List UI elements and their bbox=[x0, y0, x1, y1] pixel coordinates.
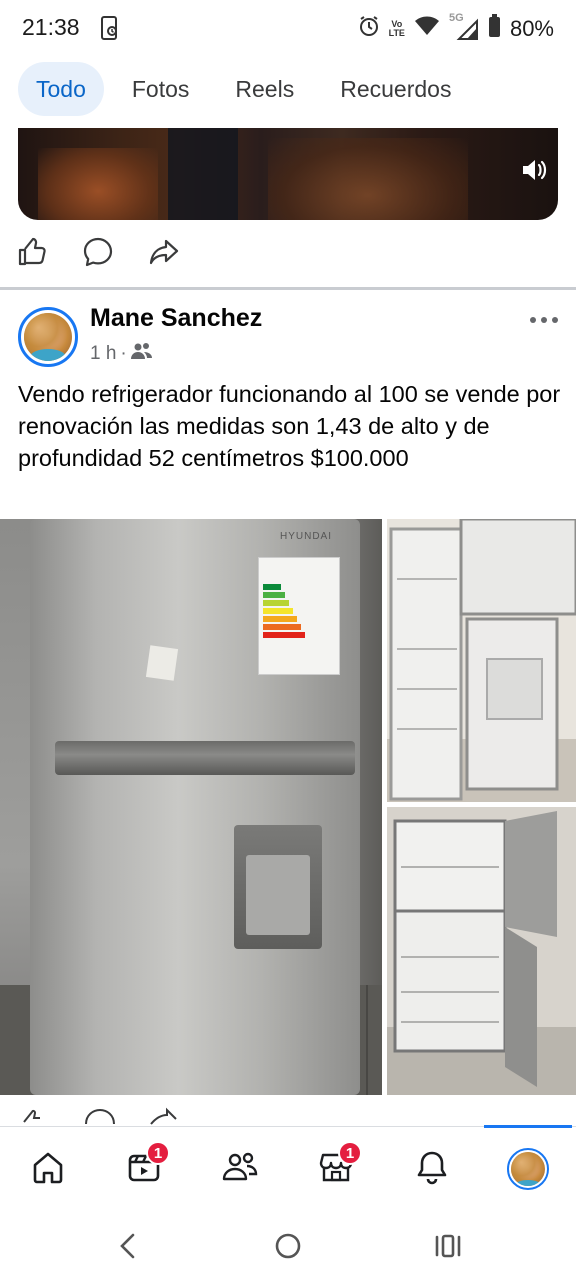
post-photo-top-right[interactable] bbox=[387, 519, 576, 802]
battery-icon bbox=[488, 14, 501, 43]
nav-active-indicator bbox=[484, 1125, 572, 1128]
more-icon[interactable] bbox=[526, 308, 562, 332]
marketplace-badge: 1 bbox=[338, 1141, 362, 1165]
brand-text: HYUNDAI bbox=[280, 531, 333, 542]
sticker-image bbox=[145, 645, 179, 681]
volte-indicator: Vo LTE bbox=[388, 18, 405, 38]
post-photo-bottom-right[interactable] bbox=[387, 807, 576, 1095]
bottom-nav: 1 1 bbox=[0, 1125, 576, 1210]
system-nav bbox=[0, 1210, 576, 1280]
screen-record-icon bbox=[100, 16, 120, 45]
status-time: 21:38 bbox=[22, 14, 80, 40]
nav-home[interactable] bbox=[20, 1145, 76, 1193]
tab-todo[interactable]: Todo bbox=[18, 62, 104, 116]
battery-percent: 80% bbox=[509, 15, 554, 41]
tab-fotos[interactable]: Fotos bbox=[114, 62, 208, 116]
home-circle-icon[interactable] bbox=[268, 1228, 308, 1264]
nav-groups[interactable] bbox=[212, 1145, 268, 1193]
freezer-divider bbox=[55, 741, 355, 775]
video-frame bbox=[38, 148, 158, 220]
share-icon[interactable] bbox=[148, 236, 180, 268]
watch-badge: 1 bbox=[146, 1141, 170, 1165]
meta-separator: · bbox=[120, 343, 127, 364]
video-frame bbox=[268, 138, 468, 220]
comment-icon[interactable] bbox=[82, 236, 114, 268]
video-frame bbox=[168, 128, 238, 220]
nav-marketplace[interactable]: 1 bbox=[308, 1141, 364, 1193]
friends-icon bbox=[130, 342, 153, 366]
nav-watch[interactable]: 1 bbox=[116, 1141, 172, 1193]
back-icon[interactable] bbox=[108, 1228, 148, 1264]
groups-icon bbox=[221, 1149, 259, 1190]
open-fridge-image bbox=[387, 807, 576, 1095]
open-fridge-image bbox=[387, 519, 576, 802]
post-text: Vendo refrigerador funcionando al 100 se… bbox=[18, 381, 561, 471]
bell-icon bbox=[415, 1149, 449, 1190]
post-photo-main[interactable]: HYUNDAI bbox=[0, 519, 382, 1095]
nav-notifications[interactable] bbox=[404, 1145, 460, 1193]
home-icon bbox=[30, 1149, 66, 1190]
status-bar: 21:38 Vo LTE 5G 80% bbox=[0, 0, 576, 58]
profile-avatar bbox=[507, 1148, 549, 1190]
tab-reels[interactable]: Reels bbox=[217, 62, 312, 116]
energy-label-image bbox=[258, 557, 340, 675]
alarm-icon bbox=[358, 15, 380, 42]
recents-icon[interactable] bbox=[428, 1228, 468, 1264]
avatar-photo bbox=[24, 313, 72, 361]
post-meta: 1 h · bbox=[90, 342, 153, 366]
signal-icon: 5G bbox=[449, 12, 479, 40]
post-divider bbox=[0, 287, 576, 290]
previous-post-video[interactable] bbox=[18, 128, 558, 220]
wifi-icon bbox=[414, 16, 440, 41]
sound-icon[interactable] bbox=[520, 156, 548, 189]
author-name[interactable]: Mane Sanchez bbox=[90, 304, 262, 333]
tab-recuerdos[interactable]: Recuerdos bbox=[322, 62, 469, 116]
filter-tabs: Todo Fotos Reels Recuerdos bbox=[18, 62, 469, 116]
avatar[interactable] bbox=[18, 307, 78, 367]
previous-post-actions bbox=[16, 236, 180, 268]
nav-profile[interactable] bbox=[500, 1145, 556, 1193]
post-time[interactable]: 1 h bbox=[90, 343, 116, 365]
like-icon[interactable] bbox=[16, 236, 48, 268]
next-actions-peek bbox=[16, 1098, 266, 1126]
water-dispenser-image bbox=[234, 825, 322, 949]
